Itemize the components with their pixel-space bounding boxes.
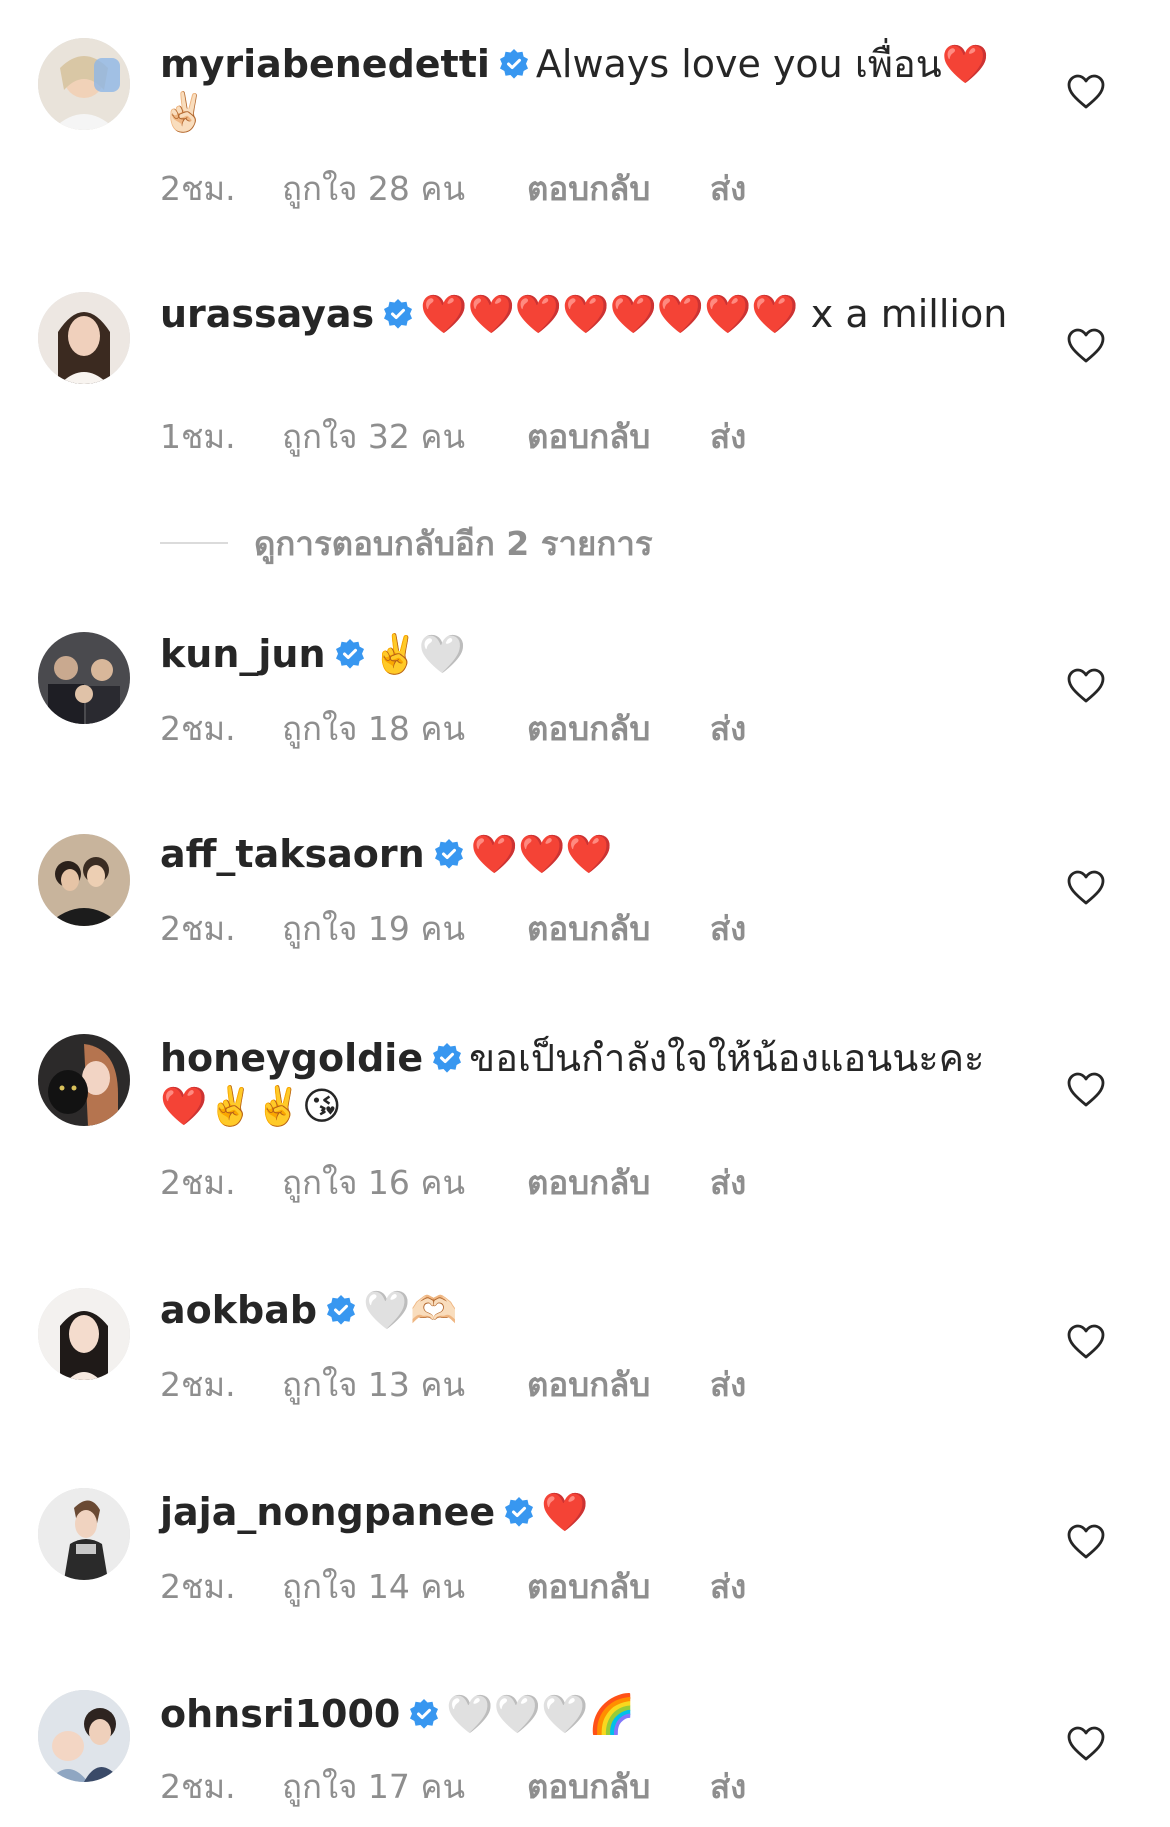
avatar[interactable] [38,834,130,926]
comment-meta: 2ชม. ถูกใจ 14 คน ตอบกลับ ส่ง [160,1560,746,1613]
comment-text: 🤍🤍🤍🌈 [446,1692,636,1736]
comment-body: urassayas ❤️❤️❤️❤️❤️❤️❤️❤️ x a million [160,290,1010,338]
comment-body: ohnsri1000 🤍🤍🤍🌈 [160,1690,1010,1738]
comment-body: aokbab 🤍🫶🏻 [160,1286,1010,1334]
avatar[interactable] [38,632,130,724]
heart-outline-icon[interactable] [1066,1724,1106,1764]
likes-count[interactable]: ถูกใจ 16 คน [282,1156,527,1209]
heart-outline-icon[interactable] [1066,72,1106,112]
username[interactable]: ohnsri1000 [160,1692,400,1736]
username[interactable]: aokbab [160,1288,317,1332]
comment-meta: 2ชม. ถูกใจ 16 คน ตอบกลับ ส่ง [160,1156,746,1209]
heart-outline-icon[interactable] [1066,326,1106,366]
comment-time: 2ชม. [160,1163,236,1202]
username[interactable]: honeygoldie [160,1036,423,1080]
comment-text: ❤️❤️❤️ [470,832,613,876]
comment-meta: 1ชม. ถูกใจ 32 คน ตอบกลับ ส่ง [160,410,746,463]
avatar[interactable] [38,1690,130,1782]
likes-count[interactable]: ถูกใจ 32 คน [282,410,527,463]
heart-outline-icon[interactable] [1066,1070,1106,1110]
reply-button[interactable]: ตอบกลับ [527,902,710,955]
likes-count[interactable]: ถูกใจ 19 คน [282,902,527,955]
verified-badge-icon [434,839,463,869]
verified-badge-icon [410,1699,439,1729]
likes-count[interactable]: ถูกใจ 18 คน [282,702,527,755]
heart-outline-icon[interactable] [1066,1522,1106,1562]
comment-meta: 2ชม. ถูกใจ 17 คน ตอบกลับ ส่ง [160,1760,746,1813]
verified-badge-icon [327,1295,356,1325]
reply-button[interactable]: ตอบกลับ [527,410,710,463]
send-button[interactable]: ส่ง [710,1760,746,1813]
verified-badge-icon [335,639,364,669]
comment-text: ✌️🤍 [371,632,467,676]
username[interactable]: myriabenedetti [160,42,490,86]
reply-button[interactable]: ตอบกลับ [527,702,710,755]
avatar[interactable] [38,38,130,130]
heart-outline-icon[interactable] [1066,666,1106,706]
comment-time: 1ชม. [160,417,236,456]
comment-meta: 2ชม. ถูกใจ 13 คน ตอบกลับ ส่ง [160,1358,746,1411]
reply-button[interactable]: ตอบกลับ [527,1358,710,1411]
username[interactable]: aff_taksaorn [160,832,425,876]
username[interactable]: kun_jun [160,632,326,676]
send-button[interactable]: ส่ง [710,1358,746,1411]
send-button[interactable]: ส่ง [710,162,746,215]
comment-time: 2ชม. [160,169,236,208]
reply-button[interactable]: ตอบกลับ [527,1760,710,1813]
verified-badge-icon [505,1497,534,1527]
comment-text: ❤️ [541,1490,589,1534]
replies-divider [160,542,228,544]
view-more-replies[interactable]: ดูการตอบกลับอีก 2 รายการ [160,523,653,563]
likes-count[interactable]: ถูกใจ 14 คน [282,1560,527,1613]
verified-badge-icon [499,49,528,79]
likes-count[interactable]: ถูกใจ 13 คน [282,1358,527,1411]
comment-meta: 2ชม. ถูกใจ 19 คน ตอบกลับ ส่ง [160,902,746,955]
comment-body: myriabenedetti Always love you เพื่อน❤️✌🏻 [160,40,1010,136]
send-button[interactable]: ส่ง [710,410,746,463]
comment-time: 2ชม. [160,1365,236,1404]
send-button[interactable]: ส่ง [710,1156,746,1209]
reply-button[interactable]: ตอบกลับ [527,162,710,215]
send-button[interactable]: ส่ง [710,702,746,755]
send-button[interactable]: ส่ง [710,1560,746,1613]
view-more-replies-label: ดูการตอบกลับอีก 2 รายการ [254,523,653,563]
comment-body: jaja_nongpanee ❤️ [160,1488,1010,1536]
likes-count[interactable]: ถูกใจ 28 คน [282,162,527,215]
comment-time: 2ชม. [160,909,236,948]
avatar[interactable] [38,1488,130,1580]
likes-count[interactable]: ถูกใจ 17 คน [282,1760,527,1813]
avatar[interactable] [38,1288,130,1380]
comment-time: 2ชม. [160,709,236,748]
comment-body: honeygoldie ขอเป็นกำลังใจให้น้องแอนนะคะ❤️… [160,1034,1010,1130]
username[interactable]: jaja_nongpanee [160,1490,495,1534]
comment-meta: 2ชม. ถูกใจ 18 คน ตอบกลับ ส่ง [160,702,746,755]
reply-button[interactable]: ตอบกลับ [527,1156,710,1209]
heart-outline-icon[interactable] [1066,868,1106,908]
comment-time: 2ชม. [160,1767,236,1806]
avatar[interactable] [38,292,130,384]
reply-button[interactable]: ตอบกลับ [527,1560,710,1613]
comment-text: ❤️❤️❤️❤️❤️❤️❤️❤️ x a million [420,292,1008,336]
username[interactable]: urassayas [160,292,374,336]
comment-body: kun_jun ✌️🤍 [160,630,1010,678]
comment-body: aff_taksaorn ❤️❤️❤️ [160,830,1010,878]
comment-meta: 2ชม. ถูกใจ 28 คน ตอบกลับ ส่ง [160,162,746,215]
verified-badge-icon [433,1043,462,1073]
avatar[interactable] [38,1034,130,1126]
heart-outline-icon[interactable] [1066,1322,1106,1362]
comment-time: 2ชม. [160,1567,236,1606]
comment-text: 🤍🫶🏻 [363,1288,458,1332]
verified-badge-icon [384,299,413,329]
send-button[interactable]: ส่ง [710,902,746,955]
